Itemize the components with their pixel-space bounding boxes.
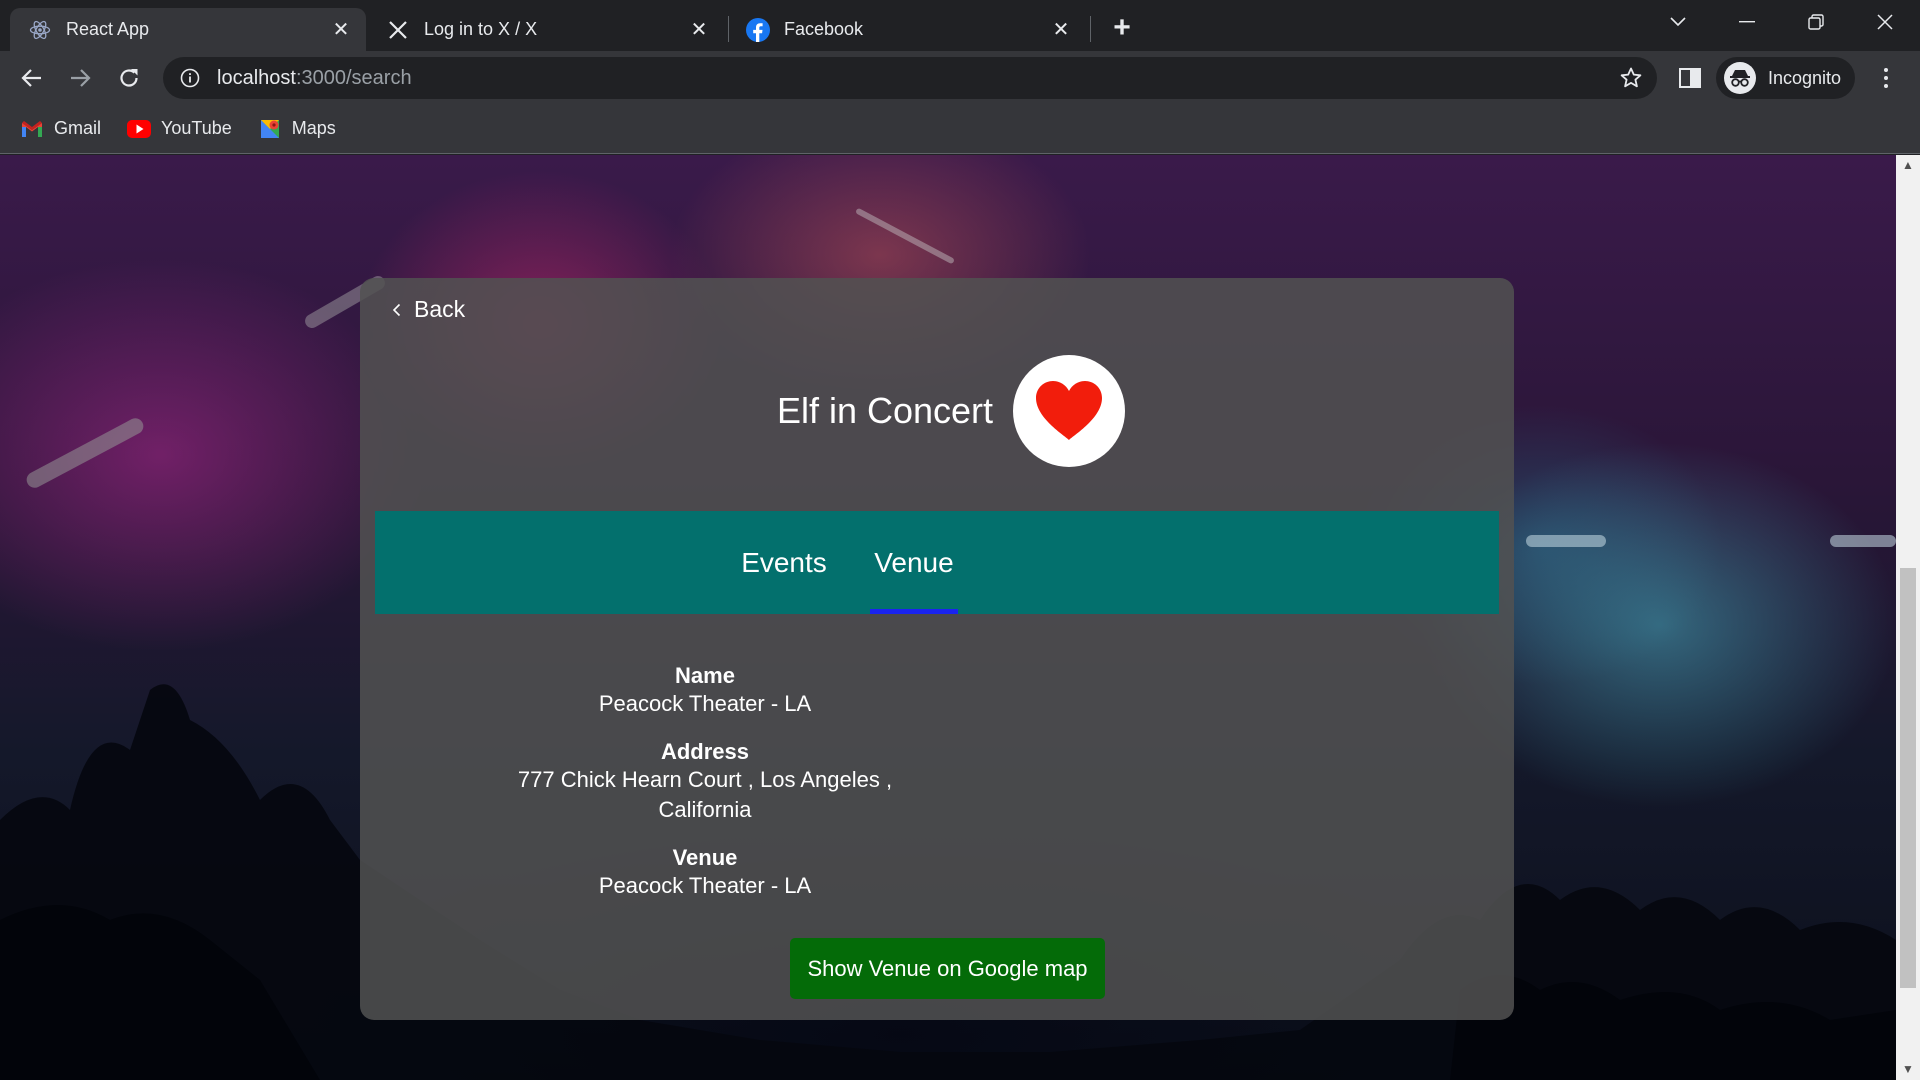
bookmark-label: Gmail [54, 118, 102, 138]
name-label: Name [675, 663, 735, 688]
facebook-icon [746, 17, 770, 42]
url-host: localhost [217, 66, 296, 89]
stage-light-beam [1830, 535, 1896, 547]
x-logo-icon [386, 18, 410, 42]
reload-icon[interactable] [111, 60, 147, 96]
address-label: Address [660, 739, 750, 764]
close-tab-icon[interactable]: ✕ [688, 19, 710, 41]
tab-facebook[interactable]: Facebook ✕ [728, 8, 1086, 51]
forward-arrow-icon[interactable] [62, 60, 98, 96]
name-value: Peacock Theater - LA [598, 691, 812, 716]
address-bar[interactable]: localhost:3000/search [163, 57, 1657, 99]
bookmark-star-icon[interactable] [1619, 66, 1643, 90]
event-details-card: Back Elf in Concert Events Venue Name Pe… [360, 278, 1514, 1020]
stage-light-beam [1526, 535, 1606, 547]
incognito-profile-button[interactable]: Incognito [1716, 57, 1856, 99]
scroll-down-arrow-icon[interactable]: ▼ [1902, 1063, 1914, 1075]
tab-title: React App [66, 19, 150, 39]
close-window-icon[interactable] [1865, 6, 1905, 38]
scrollbar-thumb[interactable] [1900, 568, 1916, 988]
browser-tab-strip: React App ✕ Log in to X / X ✕ Facebook ✕… [0, 0, 1920, 51]
bookmark-gmail[interactable]: Gmail [20, 117, 101, 141]
favorite-button[interactable] [1013, 355, 1126, 467]
youtube-icon [127, 117, 152, 141]
browser-toolbar: localhost:3000/search Incognito [0, 51, 1920, 104]
back-arrow-icon[interactable] [14, 60, 50, 96]
site-info-icon[interactable] [179, 67, 201, 89]
back-button[interactable]: Back [390, 296, 465, 323]
restore-icon[interactable] [1796, 6, 1836, 38]
tab-title: Log in to X / X [424, 19, 538, 39]
gmail-icon [20, 117, 44, 141]
page-scrollbar[interactable]: ▲ ▼ [1896, 155, 1920, 1080]
address-line-1: 777 Chick Hearn Court , Los Angeles , [517, 767, 893, 792]
browser-menu-icon[interactable] [1873, 65, 1899, 91]
scroll-up-arrow-icon[interactable]: ▲ [1902, 159, 1914, 171]
tab-venue[interactable]: Venue [870, 511, 958, 614]
incognito-icon [1724, 62, 1756, 94]
bookmarks-bar: Gmail YouTube Maps [0, 104, 1920, 154]
page-viewport: Back Elf in Concert Events Venue Name Pe… [0, 155, 1896, 1080]
close-tab-icon[interactable]: ✕ [1050, 19, 1072, 41]
bookmark-youtube[interactable]: YouTube [127, 117, 232, 141]
venue-details: Name Peacock Theater - LA Address 777 Ch… [470, 663, 940, 921]
react-icon [28, 18, 52, 42]
stage-light-beam [23, 415, 147, 491]
address-line-2: California [658, 797, 752, 822]
tab-x-login[interactable]: Log in to X / X ✕ [368, 8, 724, 51]
minimize-icon[interactable] [1727, 6, 1767, 38]
details-tab-bar: Events Venue [375, 511, 1499, 614]
tab-label: Events [741, 546, 827, 578]
tab-title: Facebook [784, 19, 864, 39]
tab-label: Venue [874, 546, 954, 578]
tab-separator [1090, 16, 1091, 42]
address-value: 777 Chick Hearn Court , Los Angeles , Ca… [470, 765, 940, 825]
bookmark-label: YouTube [161, 118, 232, 138]
maps-icon [258, 117, 282, 141]
venue-value: Peacock Theater - LA [598, 873, 812, 898]
side-panel-icon[interactable] [1677, 65, 1703, 91]
heart-icon [1036, 381, 1103, 440]
event-header: Elf in Concert [360, 355, 1514, 467]
chevron-left-icon [392, 303, 401, 316]
back-label: Back [414, 296, 466, 322]
bookmark-maps[interactable]: Maps [258, 117, 336, 141]
show-venue-map-button[interactable]: Show Venue on Google map [790, 938, 1105, 999]
stage-light-beam [855, 207, 955, 265]
venue-label: Venue [672, 845, 738, 870]
url-text: localhost:3000/search [217, 67, 412, 90]
tab-search-icon[interactable] [1658, 6, 1698, 38]
tab-events[interactable]: Events [740, 511, 828, 614]
profile-label: Incognito [1768, 67, 1842, 88]
active-tab-indicator [870, 609, 958, 614]
new-tab-button[interactable]: + [1106, 11, 1138, 44]
bookmark-label: Maps [291, 118, 336, 138]
close-tab-icon[interactable]: ✕ [330, 19, 352, 41]
event-title: Elf in Concert [776, 390, 994, 431]
url-path: :3000/search [295, 66, 412, 89]
tab-react-app[interactable]: React App ✕ [10, 8, 366, 51]
